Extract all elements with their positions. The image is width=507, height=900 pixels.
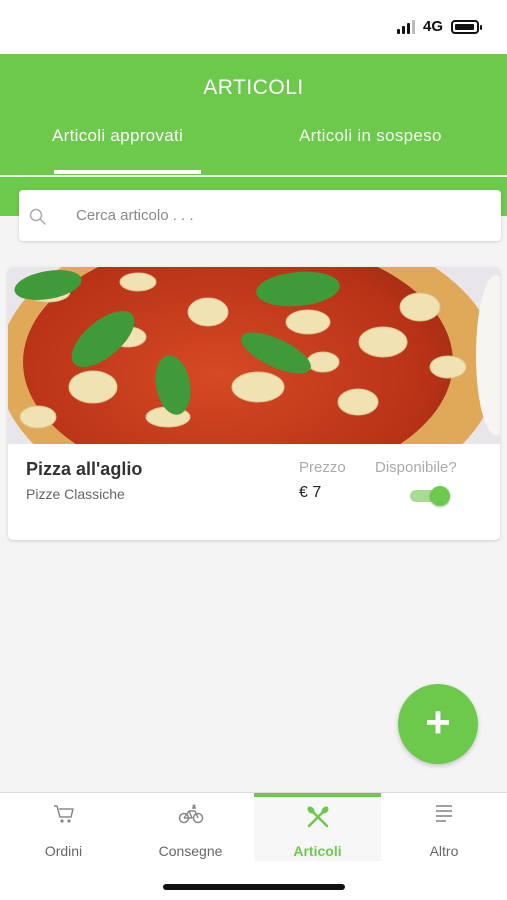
fork-spoon-icon bbox=[306, 806, 329, 828]
battery-icon bbox=[451, 19, 482, 34]
network-type: 4G bbox=[422, 18, 443, 35]
active-tab-indicator bbox=[54, 170, 201, 174]
add-item-button[interactable]: + bbox=[398, 684, 478, 764]
search-input[interactable]: Cerca articolo . . . bbox=[19, 190, 501, 241]
price-label: Prezzo bbox=[299, 459, 346, 476]
item-category: Pizze Classiche bbox=[26, 486, 125, 502]
nav-item-altro[interactable]: Altro bbox=[381, 793, 507, 861]
search-icon bbox=[29, 208, 46, 225]
plus-icon: + bbox=[425, 698, 451, 747]
search-placeholder: Cerca articolo . . . bbox=[76, 207, 194, 224]
signal-icon bbox=[396, 19, 415, 34]
item-image bbox=[8, 267, 500, 444]
cart-icon bbox=[53, 805, 74, 823]
nav-item-articoli[interactable]: Articoli bbox=[254, 793, 381, 861]
toggle-knob bbox=[430, 486, 450, 506]
nav-label-ordini: Ordini bbox=[44, 843, 83, 859]
nav-label-articoli: Articoli bbox=[293, 843, 342, 859]
tab-articoli-approvati[interactable]: Articoli approvati bbox=[52, 126, 183, 146]
item-card[interactable]: Pizza all'aglio Pizze Classiche Prezzo €… bbox=[8, 267, 500, 540]
price-value: € 7 bbox=[299, 484, 322, 501]
nav-label-consegne: Consegne bbox=[158, 843, 223, 859]
nav-label-altro: Altro bbox=[429, 843, 459, 859]
tabs-divider bbox=[0, 175, 507, 177]
home-indicator bbox=[163, 884, 345, 890]
nav-item-consegne[interactable]: Consegne bbox=[127, 793, 254, 861]
status-bar: 4G bbox=[0, 0, 507, 54]
tab-articoli-in-sospeso[interactable]: Articoli in sospeso bbox=[299, 126, 442, 146]
item-name: Pizza all'aglio bbox=[26, 459, 143, 479]
bicycle-icon bbox=[178, 804, 203, 824]
status-indicators: 4G bbox=[396, 18, 482, 35]
nav-item-ordini[interactable]: Ordini bbox=[0, 793, 127, 861]
page-title: ARTICOLI bbox=[203, 76, 304, 99]
availability-label: Disponibile? bbox=[375, 459, 457, 476]
menu-lines-icon bbox=[436, 805, 452, 822]
availability-toggle[interactable] bbox=[410, 486, 452, 506]
